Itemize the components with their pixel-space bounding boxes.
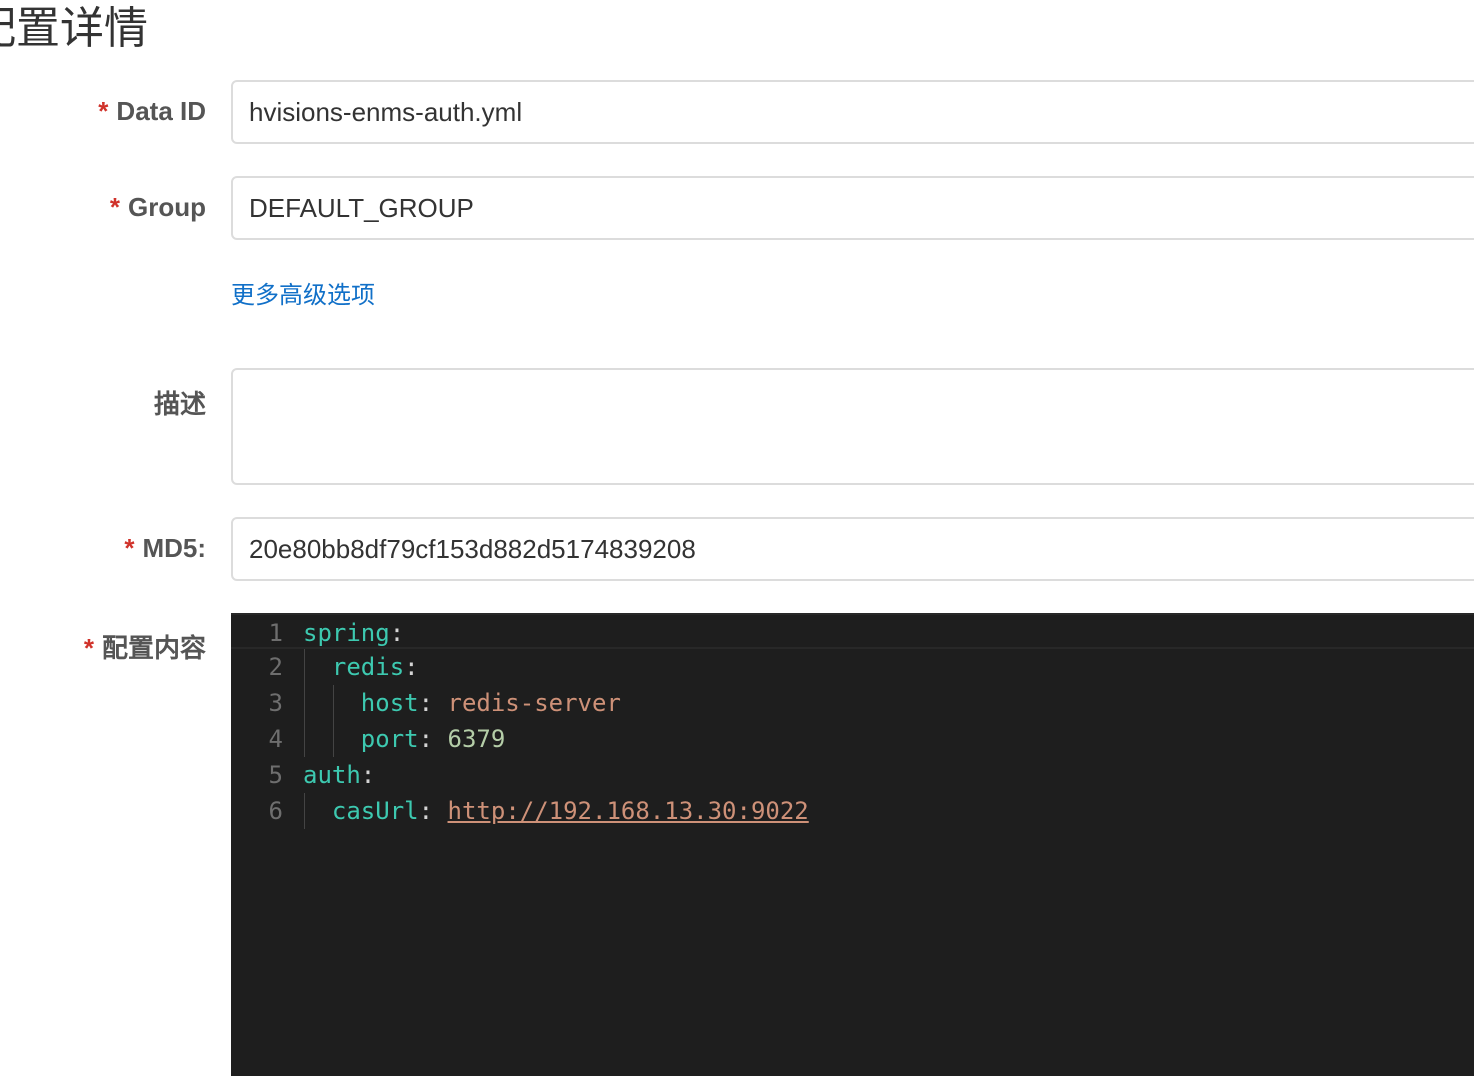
- code-text: spring:: [303, 615, 404, 647]
- indent-guide: [304, 721, 305, 757]
- yaml-value: redis-server: [447, 689, 621, 717]
- line-number: 6: [268, 797, 283, 825]
- label-text: MD5:: [142, 533, 206, 563]
- description-label: 描述: [153, 389, 206, 419]
- page-title: 配置详情: [0, 4, 148, 53]
- required-mark: *: [98, 96, 109, 126]
- yaml-key: spring: [303, 619, 390, 647]
- indent-guide: [304, 685, 305, 721]
- label-text: 配置内容: [101, 633, 206, 663]
- md5-label: * MD5:: [124, 533, 206, 564]
- yaml-value: http://192.168.13.30:9022: [447, 797, 809, 825]
- label-text: Data ID: [116, 96, 206, 126]
- line-number: 4: [268, 725, 283, 753]
- code-line: 1 spring:: [231, 613, 1474, 649]
- code-text: port: 6379: [303, 721, 505, 757]
- yaml-separator: :: [418, 689, 448, 717]
- md5-value: 20e80bb8df79cf153d882d5174839208: [249, 533, 696, 564]
- content-label: * 配置内容: [84, 628, 206, 665]
- yaml-key: redis: [331, 653, 405, 681]
- line-number: 3: [268, 689, 283, 717]
- yaml-separator: :: [360, 761, 376, 789]
- data-id-field[interactable]: hvisions-enms-auth.yml: [231, 80, 1474, 144]
- yaml-key: host: [360, 689, 419, 717]
- data-id-value: hvisions-enms-auth.yml: [249, 96, 523, 127]
- line-number: 1: [268, 619, 283, 647]
- description-textarea[interactable]: [231, 368, 1474, 485]
- indent-guide: [333, 721, 334, 757]
- yaml-key: auth: [303, 761, 361, 789]
- group-value: DEFAULT_GROUP: [249, 192, 474, 223]
- code-text: host: redis-server: [303, 685, 621, 721]
- yaml-separator: :: [389, 619, 405, 647]
- code-line: 5 auth:: [231, 757, 1474, 793]
- code-text: auth:: [303, 757, 375, 793]
- yaml-separator: :: [418, 725, 448, 753]
- data-id-label: * Data ID: [98, 96, 206, 127]
- code-editor[interactable]: 1 spring: 2 redis: 3 host: redis-server 4 po…: [231, 613, 1474, 1076]
- md5-field[interactable]: 20e80bb8df79cf153d882d5174839208: [231, 517, 1474, 581]
- required-mark: *: [124, 533, 135, 563]
- yaml-value: 6379: [447, 725, 506, 753]
- code-line: 3 host: redis-server: [231, 685, 1474, 721]
- yaml-separator: :: [418, 797, 448, 825]
- yaml-key: casUrl: [331, 797, 419, 825]
- yaml-key: port: [360, 725, 419, 753]
- yaml-separator: :: [404, 653, 419, 681]
- required-mark: *: [83, 633, 94, 663]
- line-number: 2: [268, 653, 283, 681]
- indent-guide: [304, 793, 305, 829]
- indent-guide: [333, 685, 334, 721]
- code-line: 2 redis:: [231, 649, 1474, 685]
- advanced-options-link[interactable]: 更多高级选项: [231, 275, 375, 310]
- code-text: redis:: [303, 649, 419, 685]
- required-mark: *: [109, 192, 120, 222]
- code-text: casUrl: http://192.168.13.30:9022: [303, 793, 809, 829]
- line-number: 5: [268, 761, 283, 789]
- code-line: 4 port: 6379: [231, 721, 1474, 757]
- group-field[interactable]: DEFAULT_GROUP: [231, 176, 1474, 240]
- indent-guide: [304, 649, 305, 685]
- code-line: 6 casUrl: http://192.168.13.30:9022: [231, 793, 1474, 829]
- label-text: Group: [128, 192, 206, 222]
- group-label: * Group: [110, 192, 206, 223]
